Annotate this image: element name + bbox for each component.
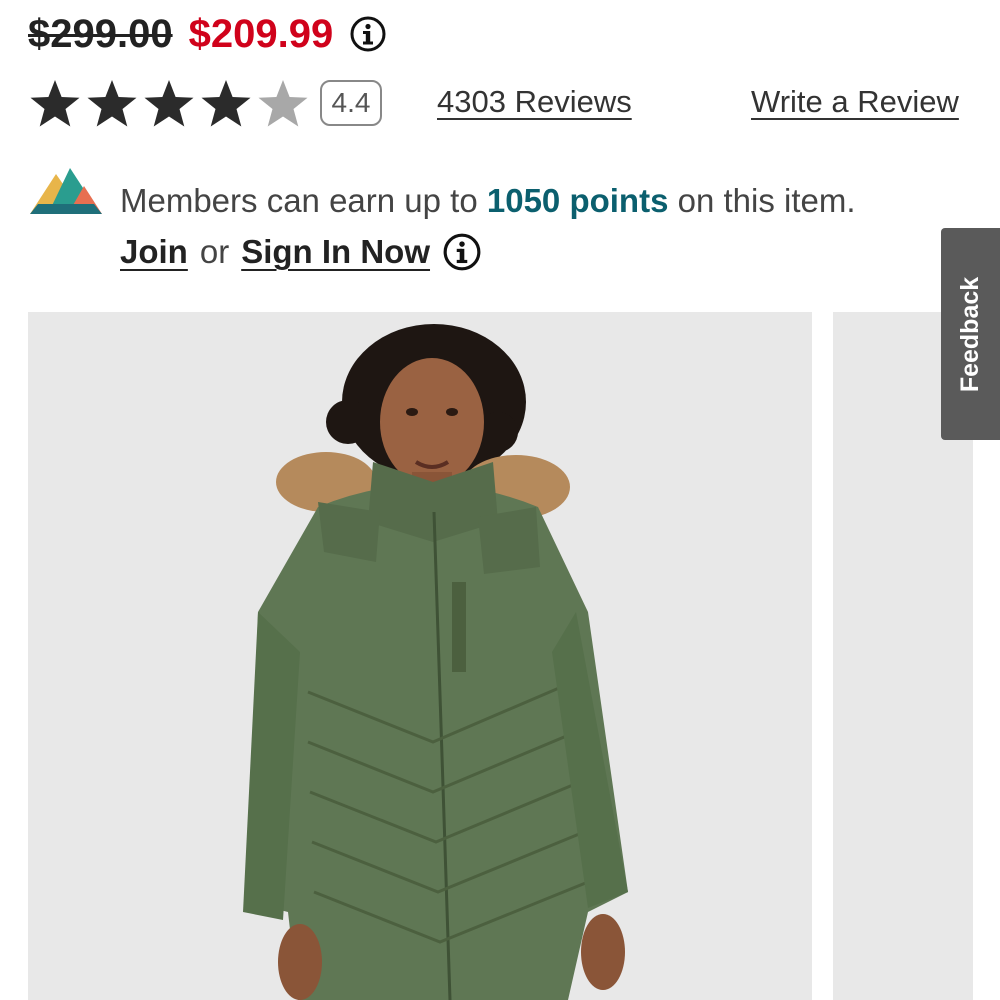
price-info-icon[interactable] bbox=[349, 15, 387, 53]
or-text: or bbox=[199, 233, 230, 270]
star-rating[interactable] bbox=[28, 78, 310, 130]
product-image[interactable] bbox=[28, 312, 812, 1000]
members-info-icon[interactable] bbox=[442, 232, 482, 272]
feedback-label: Feedback bbox=[956, 276, 984, 392]
star-empty-icon bbox=[258, 80, 308, 127]
join-link[interactable]: Join bbox=[120, 233, 188, 271]
star-filled-icon bbox=[201, 80, 251, 127]
reviews-link[interactable]: 4303 Reviews bbox=[437, 84, 632, 120]
model-wearing-parka-illustration bbox=[243, 324, 628, 1000]
rating-value-badge: 4.4 bbox=[320, 80, 382, 126]
star-filled-icon bbox=[30, 80, 80, 127]
star-filled-icon bbox=[87, 80, 137, 127]
members-earn-text: Members can earn up to 1050 points on th… bbox=[120, 182, 856, 220]
feedback-tab[interactable]: Feedback bbox=[941, 228, 1000, 440]
write-review-link[interactable]: Write a Review bbox=[751, 84, 959, 120]
star-filled-icon bbox=[144, 80, 194, 127]
members-actions: Join or Sign In Now bbox=[120, 232, 482, 272]
rating-row: 4.4 4303 Reviews Write a Review bbox=[28, 76, 978, 132]
sale-price: $209.99 bbox=[188, 11, 334, 56]
mountain-logo-icon bbox=[30, 168, 102, 214]
original-price: $299.00 bbox=[28, 11, 173, 56]
sign-in-link[interactable]: Sign In Now bbox=[241, 233, 430, 271]
price-row: $299.00 $209.99 bbox=[28, 8, 387, 60]
members-text-suffix: on this item. bbox=[668, 182, 856, 219]
points-value: 1050 points bbox=[486, 182, 669, 219]
members-text-prefix: Members can earn up to bbox=[120, 182, 487, 219]
members-promo: Members can earn up to 1050 points on th… bbox=[28, 164, 968, 284]
